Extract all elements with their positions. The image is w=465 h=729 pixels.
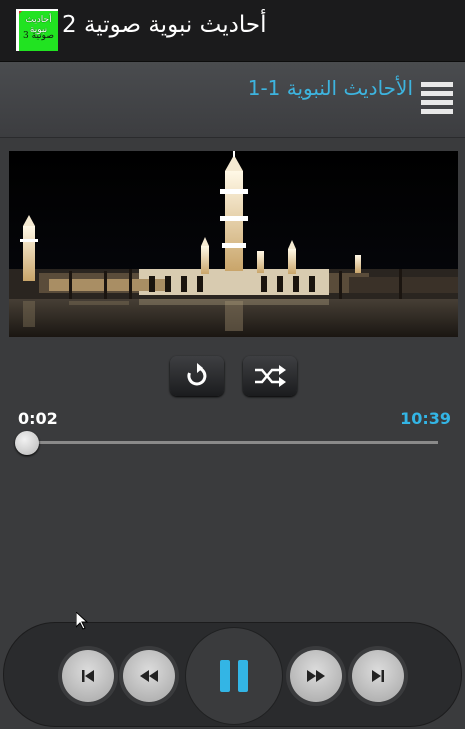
next-icon [372, 670, 384, 682]
mouse-cursor-icon [76, 612, 88, 630]
track-title: 1-الأحاديث النبوية 1 [247, 76, 413, 100]
previous-button[interactable] [62, 650, 114, 702]
rewind-icon [140, 670, 158, 682]
seek-thumb[interactable] [15, 431, 40, 455]
fast-forward-icon [307, 670, 325, 682]
track-header: 1-الأحاديث النبوية 1 [0, 62, 465, 138]
album-artwork [9, 151, 458, 337]
shuffle-icon [255, 365, 286, 387]
app-logo-text-line2: صوتية 3 [23, 31, 54, 41]
action-bar: أحاديث نبوية صوتية 3 أحاديث نبوية صوتية … [0, 0, 465, 62]
shuffle-button[interactable] [243, 356, 297, 396]
app-logo-icon[interactable]: أحاديث نبوية صوتية 3 [16, 9, 58, 51]
total-time: 10:39 [400, 409, 451, 428]
hamburger-icon[interactable] [421, 82, 453, 114]
pause-icon [220, 660, 248, 692]
previous-icon [82, 670, 94, 682]
current-time: 0:02 [18, 409, 58, 428]
next-button[interactable] [352, 650, 404, 702]
fast-forward-button[interactable] [290, 650, 342, 702]
rewind-button[interactable] [123, 650, 175, 702]
repeat-icon [187, 363, 207, 386]
seek-bar[interactable] [26, 441, 438, 444]
mosque-night-image [9, 151, 458, 337]
pause-button[interactable] [185, 627, 283, 725]
repeat-button[interactable] [170, 356, 224, 396]
app-title: أحاديث نبوية صوتية 2 [62, 12, 267, 38]
